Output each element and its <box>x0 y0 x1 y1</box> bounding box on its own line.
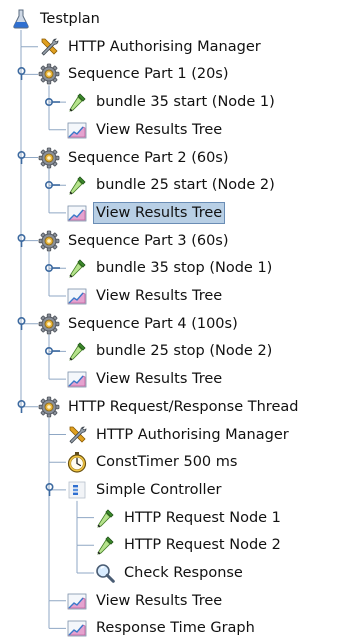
collapsed-toggle-icon[interactable] <box>44 95 61 109</box>
tree-node-http-authorising-manager[interactable]: HTTP Authorising Manager <box>0 34 338 60</box>
tree-node-label[interactable]: Sequence Part 3 (60s) <box>66 231 231 251</box>
tree-node-label[interactable]: HTTP Authorising Manager <box>66 37 263 57</box>
expand-toggle-icon[interactable] <box>45 482 61 497</box>
pipette-icon <box>94 507 116 529</box>
stopwatch-icon <box>66 451 88 473</box>
tree-node-sequence-part-2-60s[interactable]: Sequence Part 2 (60s) <box>0 145 338 171</box>
tree-node-label[interactable]: Sequence Part 4 (100s) <box>66 314 240 334</box>
graph-icon <box>66 368 88 390</box>
tree-node-view-results-tree[interactable]: View Results Tree <box>0 117 338 143</box>
tree-node-label[interactable]: Simple Controller <box>94 480 223 500</box>
tree-node-label[interactable]: HTTP Request Node 2 <box>122 535 283 555</box>
tree-node-view-results-tree[interactable]: View Results Tree <box>0 588 338 614</box>
tree-node-view-results-tree[interactable]: View Results Tree <box>0 200 338 226</box>
tree-node-label[interactable]: HTTP Authorising Manager <box>94 425 291 445</box>
tree-node-label[interactable]: HTTP Request Node 1 <box>122 508 283 528</box>
test-plan-tree[interactable]: Testplan HTTP Authorising Manager Sequence… <box>0 0 338 641</box>
tree-node-label[interactable]: Sequence Part 1 (20s) <box>66 64 231 84</box>
gear-icon <box>38 396 60 418</box>
tree-node-check-response[interactable]: Check Response <box>0 560 338 586</box>
gear-icon <box>38 63 60 85</box>
tree-node-view-results-tree[interactable]: View Results Tree <box>0 283 338 309</box>
tree-node-label[interactable]: bundle 25 stop (Node 2) <box>94 341 274 361</box>
tree-node-testplan[interactable]: Testplan <box>0 6 338 32</box>
tree-node-response-time-graph[interactable]: Response Time Graph <box>0 615 338 641</box>
tree-node-bundle-25-start-node-2[interactable]: bundle 25 start (Node 2) <box>0 172 338 198</box>
collapsed-toggle-icon[interactable] <box>44 178 61 192</box>
expand-toggle-icon[interactable] <box>17 399 33 414</box>
collapsed-toggle-icon[interactable] <box>44 261 61 275</box>
gear-icon <box>38 147 60 169</box>
tree-node-sequence-part-4-100s[interactable]: Sequence Part 4 (100s) <box>0 311 338 337</box>
tree-node-label[interactable]: bundle 35 start (Node 1) <box>94 92 277 112</box>
tree-node-label[interactable]: Response Time Graph <box>94 618 257 638</box>
tree-node-label[interactable]: bundle 35 stop (Node 1) <box>94 258 274 278</box>
tree-node-bundle-35-start-node-1[interactable]: bundle 35 start (Node 1) <box>0 89 338 115</box>
tree-node-label[interactable]: View Results Tree <box>92 201 226 224</box>
pipette-icon <box>94 534 116 556</box>
graph-icon <box>66 590 88 612</box>
tree-node-label[interactable]: View Results Tree <box>94 369 224 389</box>
expand-toggle-icon[interactable] <box>17 67 33 81</box>
tree-node-label[interactable]: Sequence Part 2 (60s) <box>66 148 231 168</box>
gear-icon <box>38 230 60 252</box>
expand-toggle-icon[interactable] <box>17 233 33 248</box>
pipette-icon <box>66 174 88 196</box>
tree-node-view-results-tree[interactable]: View Results Tree <box>0 366 338 392</box>
collapsed-toggle-icon[interactable] <box>44 344 61 358</box>
magnifier-icon <box>94 562 116 584</box>
tree-node-http-request-node-2[interactable]: HTTP Request Node 2 <box>0 532 338 558</box>
tree-node-label[interactable]: View Results Tree <box>94 120 224 140</box>
tree-node-bundle-25-stop-node-2[interactable]: bundle 25 stop (Node 2) <box>0 338 338 364</box>
expand-toggle-icon[interactable] <box>17 150 33 165</box>
tree-node-label[interactable]: View Results Tree <box>94 286 224 306</box>
flask-icon <box>10 8 32 30</box>
tools-icon <box>66 424 88 446</box>
graph-icon <box>66 202 88 224</box>
tree-node-label[interactable]: Testplan <box>38 9 102 29</box>
pipette-icon <box>66 91 88 113</box>
tree-node-http-request-node-1[interactable]: HTTP Request Node 1 <box>0 505 338 531</box>
tree-node-sequence-part-3-60s[interactable]: Sequence Part 3 (60s) <box>0 228 338 254</box>
tree-node-consttimer-500-ms[interactable]: ConstTimer 500 ms <box>0 449 338 475</box>
gear-icon <box>38 313 60 335</box>
graph-icon <box>66 617 88 639</box>
pipette-icon <box>66 340 88 362</box>
graph-icon <box>66 119 88 141</box>
tree-node-http-request-response-thread[interactable]: HTTP Request/Response Thread <box>0 394 338 420</box>
expand-toggle-icon[interactable] <box>17 316 33 331</box>
tree-node-label[interactable]: HTTP Request/Response Thread <box>66 397 300 417</box>
tree-node-label[interactable]: Check Response <box>122 563 245 583</box>
tree-node-sequence-part-1-20s[interactable]: Sequence Part 1 (20s) <box>0 61 338 87</box>
tree-node-label[interactable]: View Results Tree <box>94 591 224 611</box>
controller-icon <box>66 479 88 501</box>
graph-icon <box>66 285 88 307</box>
tree-node-label[interactable]: ConstTimer 500 ms <box>94 452 239 472</box>
tools-icon <box>38 36 60 58</box>
tree-node-bundle-35-stop-node-1[interactable]: bundle 35 stop (Node 1) <box>0 255 338 281</box>
tree-node-simple-controller[interactable]: Simple Controller <box>0 477 338 503</box>
pipette-icon <box>66 257 88 279</box>
tree-node-label[interactable]: bundle 25 start (Node 2) <box>94 175 277 195</box>
tree-node-http-authorising-manager[interactable]: HTTP Authorising Manager <box>0 422 338 448</box>
